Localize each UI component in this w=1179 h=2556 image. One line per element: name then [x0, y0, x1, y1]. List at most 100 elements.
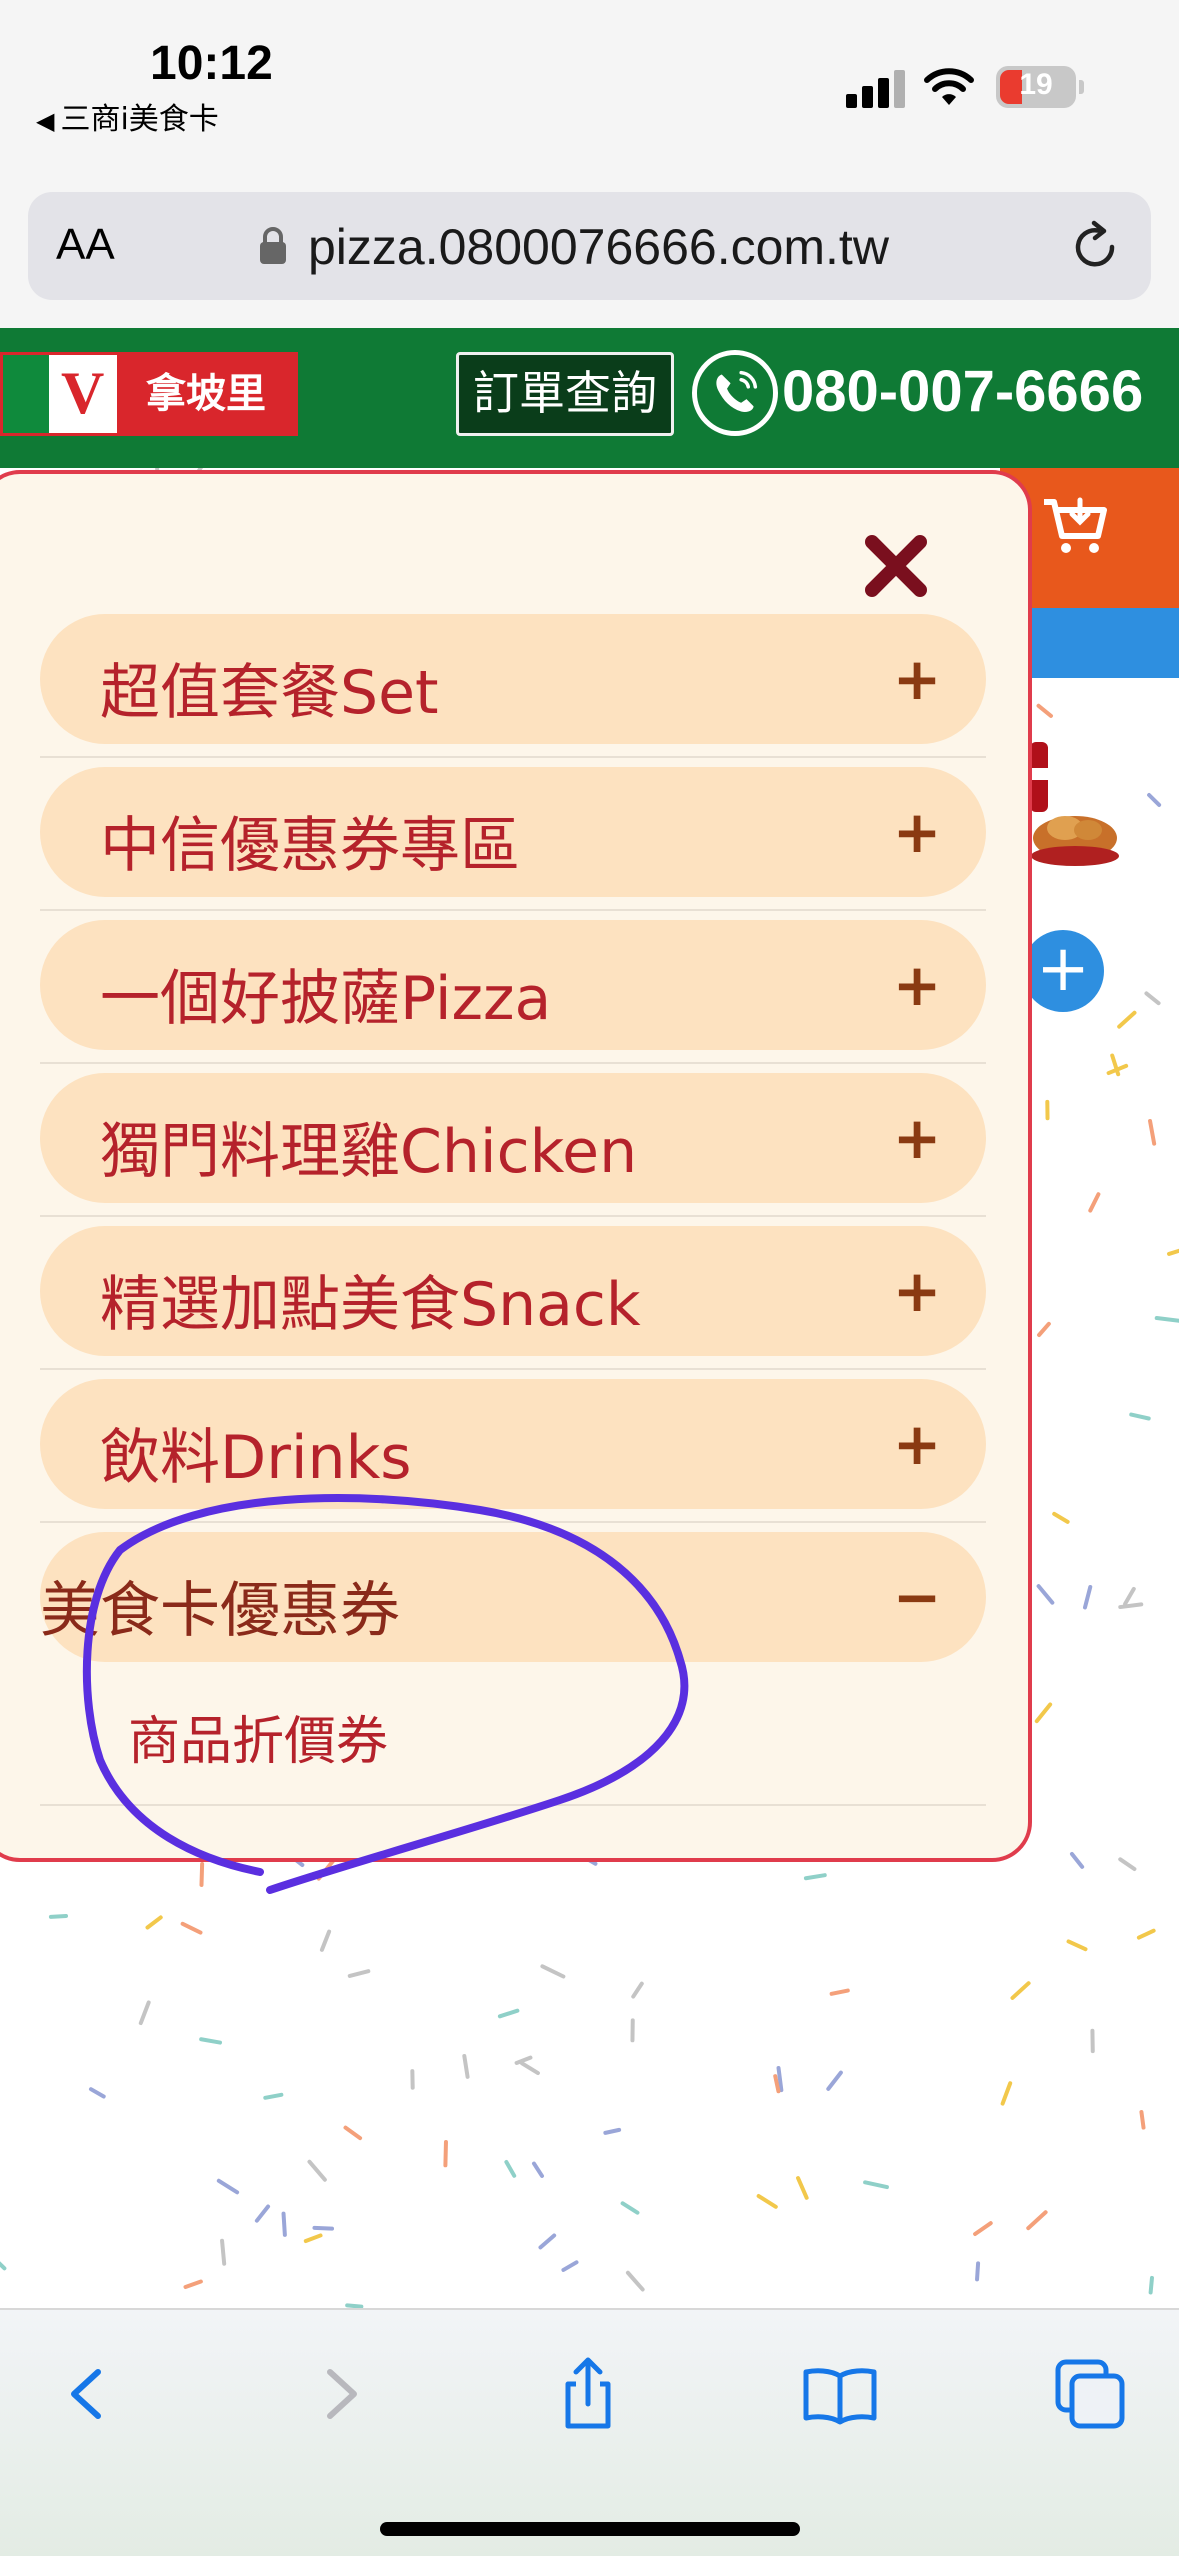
menu-item-label: 精選加點美食Snack: [100, 1270, 641, 1340]
confetti-sprinkle: [1037, 1321, 1051, 1338]
menu-item-label: 一個好披薩Pizza: [100, 964, 552, 1034]
confetti-sprinkle: [0, 2261, 7, 2271]
url-text[interactable]: pizza.0800076666.com.tw: [308, 218, 889, 276]
brand-logo[interactable]: V 拿坡里: [0, 352, 298, 436]
phone-number[interactable]: 080-007-6666: [782, 358, 1143, 425]
confetti-sprinkle: [319, 1929, 332, 1952]
confetti-sprinkle: [863, 2180, 889, 2190]
menu-item-chicken[interactable]: 獨門料理雞Chicken +: [40, 1073, 986, 1203]
cart-icon: [1044, 497, 1107, 553]
phone-icon[interactable]: [692, 350, 778, 436]
back-to-app-link[interactable]: ◀ 三商i美食卡: [36, 94, 219, 138]
confetti-sprinkle: [1066, 1939, 1088, 1952]
battery-icon: 19: [996, 66, 1076, 108]
cellular-signal-icon: [846, 70, 906, 108]
status-time: 10:12: [150, 37, 273, 90]
confetti-sprinkle: [532, 2161, 544, 2178]
confetti-sprinkle: [1123, 1586, 1136, 1606]
menu-item-label: 獨門料理雞Chicken: [100, 1117, 638, 1187]
back-chevron-icon[interactable]: [48, 2354, 128, 2434]
menu-divider: [40, 1521, 986, 1523]
confetti-sprinkle: [199, 1862, 205, 1887]
logo-flag: [3, 355, 49, 433]
forward-chevron-icon[interactable]: [300, 2354, 380, 2434]
confetti-sprinkle: [497, 2008, 520, 2019]
expand-plus-icon[interactable]: +: [892, 1413, 942, 1475]
expand-plus-icon[interactable]: +: [892, 648, 942, 710]
bookmarks-icon[interactable]: [800, 2354, 880, 2434]
share-icon[interactable]: [548, 2354, 628, 2434]
expand-plus-icon[interactable]: +: [892, 954, 942, 1016]
confetti-sprinkle: [312, 2225, 335, 2231]
menu-item-snack[interactable]: 精選加點美食Snack +: [40, 1226, 986, 1356]
confetti-sprinkle: [303, 2233, 323, 2244]
back-app-label: 三商i美食卡: [60, 102, 219, 137]
confetti-sprinkle: [1136, 1928, 1156, 1940]
menu-item-label: 超值套餐Set: [100, 658, 439, 728]
home-indicator: [380, 2522, 800, 2536]
browser-toolbar: [0, 2308, 1179, 2556]
confetti-sprinkle: [514, 2055, 533, 2065]
reload-icon[interactable]: [1068, 220, 1122, 274]
menu-item-set[interactable]: 超值套餐Set +: [40, 614, 986, 744]
browser-address-area: AA pizza.0800076666.com.tw: [0, 170, 1179, 328]
collapse-minus-icon[interactable]: −: [892, 1566, 942, 1628]
confetti-sprinkle: [216, 2178, 240, 2195]
close-icon[interactable]: [864, 534, 928, 598]
confetti-sprinkle: [345, 2303, 364, 2308]
battery-tip: [1079, 80, 1084, 94]
confetti-sprinkle: [1026, 2210, 1048, 2231]
confetti-sprinkle: [220, 2238, 227, 2266]
confetti-sprinkle: [1167, 1248, 1179, 1256]
menu-divider: [40, 1804, 986, 1806]
logo-name: 拿坡里: [117, 355, 295, 433]
confetti-sprinkle: [343, 2125, 363, 2141]
confetti-sprinkle: [625, 2270, 645, 2292]
status-bar: 10:12 ◀ 三商i美食卡 19: [0, 0, 1179, 170]
menu-item-coupon-zone[interactable]: 中信優惠券專區 +: [40, 767, 986, 897]
confetti-sprinkle: [1154, 1316, 1179, 1323]
submenu-item-product-coupon[interactable]: 商品折價券: [128, 1699, 388, 1774]
menu-divider: [40, 1368, 986, 1370]
add-to-cart-button[interactable]: +: [1022, 930, 1104, 1012]
confetti-sprinkle: [1144, 991, 1161, 1006]
expand-plus-icon[interactable]: +: [892, 801, 942, 863]
menu-item-drinks[interactable]: 飲料Drinks +: [40, 1379, 986, 1509]
tabs-icon[interactable]: [1050, 2354, 1130, 2434]
confetti-sprinkle: [1069, 1851, 1085, 1869]
confetti-sprinkle: [538, 2233, 557, 2250]
confetti-sprinkle: [199, 2037, 223, 2045]
text-size-button[interactable]: AA: [56, 220, 115, 270]
lock-icon: [260, 227, 286, 264]
confetti-sprinkle: [138, 2000, 151, 2026]
menu-divider: [40, 1215, 986, 1217]
confetti-sprinkle: [281, 2211, 287, 2237]
menu-item-food-card-coupon[interactable]: 美食卡優惠券 −: [40, 1532, 986, 1662]
menu-item-pizza[interactable]: 一個好披薩Pizza +: [40, 920, 986, 1050]
confetti-sprinkle: [631, 1981, 644, 1999]
confetti-sprinkle: [462, 2054, 470, 2079]
confetti-sprinkle: [307, 2159, 327, 2182]
order-query-button[interactable]: 訂單查詢: [456, 352, 674, 436]
confetti-sprinkle: [519, 2061, 540, 2076]
confetti-sprinkle: [145, 1915, 163, 1930]
confetti-sprinkle: [88, 2087, 106, 2099]
confetti-sprinkle: [1088, 1192, 1101, 1213]
confetti-sprinkle: [803, 1873, 827, 1881]
menu-item-label: 飲料Drinks: [100, 1423, 412, 1493]
confetti-sprinkle: [347, 1969, 371, 1978]
confetti-sprinkle: [1052, 1511, 1070, 1524]
menu-item-label: 美食卡優惠券: [40, 1576, 400, 1646]
confetti-sprinkle: [48, 1914, 69, 1919]
wifi-icon: [924, 68, 974, 105]
confetti-sprinkle: [540, 1964, 566, 1979]
confetti-sprinkle: [1148, 2275, 1154, 2295]
product-image[interactable]: [1020, 738, 1120, 878]
confetti-sprinkle: [603, 2127, 622, 2135]
expand-plus-icon[interactable]: +: [892, 1107, 942, 1169]
menu-divider: [40, 909, 986, 911]
confetti-sprinkle: [1000, 2081, 1013, 2106]
menu-divider: [40, 756, 986, 758]
expand-plus-icon[interactable]: +: [892, 1260, 942, 1322]
address-bar[interactable]: AA pizza.0800076666.com.tw: [28, 192, 1151, 300]
